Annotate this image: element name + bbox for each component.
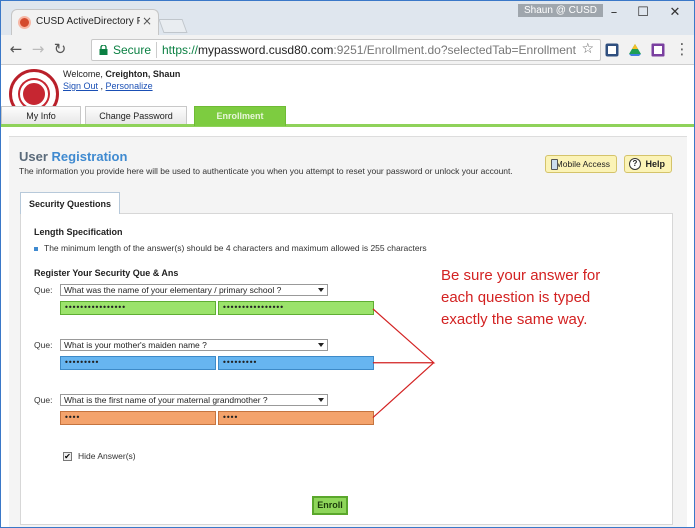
link-separator: , xyxy=(98,81,106,91)
welcome-prefix: Welcome, xyxy=(63,69,106,79)
help-question-icon: ? xyxy=(629,158,641,170)
profile-badge[interactable]: Shaun @ CUSD xyxy=(518,4,603,17)
main-nav-tabs: My Info Change Password Enrollment xyxy=(1,106,694,127)
reload-icon[interactable]: ↻ xyxy=(51,40,69,58)
help-button[interactable]: ? Help xyxy=(624,155,672,173)
title-part-user: User xyxy=(19,149,48,164)
tab-security-questions[interactable]: Security Questions xyxy=(20,192,120,214)
maximize-icon[interactable]: ☐ xyxy=(633,5,653,20)
forward-icon[interactable]: → xyxy=(29,40,47,58)
question-label: Que: xyxy=(34,285,53,295)
register-heading: Register Your Security Que & Ans xyxy=(34,268,179,278)
user-name: Creighton, Shaun xyxy=(105,69,181,79)
url-text: https://mypassword.cusd80.com:9251/Enrol… xyxy=(162,43,576,57)
confirm-answer-2-field[interactable]: ••••••••• xyxy=(218,356,374,370)
tab-enrollment[interactable]: Enrollment xyxy=(194,106,286,126)
tab-change-password[interactable]: Change Password xyxy=(85,106,187,124)
page-description: The information you provide here will be… xyxy=(19,166,513,176)
cusd-favicon-icon xyxy=(18,16,31,29)
mobile-access-label: Mobile Access xyxy=(555,159,610,169)
back-icon[interactable]: ← xyxy=(7,40,25,58)
lock-icon xyxy=(99,45,108,55)
logo-center xyxy=(20,80,48,108)
url-scheme: https:// xyxy=(162,43,199,57)
tab-title: CUSD ActiveDirectory Pa xyxy=(36,16,140,27)
security-questions-panel: Length Specification The minimum length … xyxy=(20,213,673,525)
dropdown-arrow-icon xyxy=(318,288,324,292)
question-1-text: What was the name of your elementary / p… xyxy=(64,285,282,295)
extension-icon[interactable] xyxy=(605,43,619,57)
dropdown-arrow-icon xyxy=(318,343,324,347)
secure-label: Secure xyxy=(113,43,152,57)
tab-close-icon[interactable]: × xyxy=(142,14,152,28)
header-links: Sign Out , Personalize xyxy=(63,81,153,91)
bookmark-star-icon[interactable]: ☆ xyxy=(581,41,594,57)
sign-out-link[interactable]: Sign Out xyxy=(63,81,98,91)
google-drive-icon[interactable] xyxy=(628,43,642,57)
title-part-registration: Registration xyxy=(51,149,128,164)
browser-tab[interactable]: CUSD ActiveDirectory Pa × xyxy=(11,9,159,35)
new-tab-button[interactable] xyxy=(158,19,188,33)
menu-icon[interactable]: ⋮ xyxy=(673,40,691,58)
hide-answers-checkbox[interactable]: ✔ xyxy=(63,452,72,461)
confirm-answer-1-field[interactable]: •••••••••••••••• xyxy=(218,301,374,315)
question-2-text: What is your mother's maiden name ? xyxy=(64,340,207,350)
annotation-line-1: Be sure your answer for xyxy=(441,267,601,284)
answer-2-field[interactable]: ••••••••• xyxy=(60,356,216,370)
enroll-button[interactable]: Enroll xyxy=(312,496,348,515)
welcome-text: Welcome, Creighton, Shaun xyxy=(63,69,180,79)
length-spec-rule: The minimum length of the answer(s) shou… xyxy=(34,243,427,253)
length-spec-text: The minimum length of the answer(s) shou… xyxy=(44,243,427,253)
personalize-link[interactable]: Personalize xyxy=(106,81,153,91)
url-separator xyxy=(156,42,157,58)
question-3-select[interactable]: What is the first name of your maternal … xyxy=(60,394,328,406)
address-bar[interactable]: Secure https://mypassword.cusd80.com:925… xyxy=(91,39,601,61)
dropdown-arrow-icon xyxy=(318,398,324,402)
tab-my-info[interactable]: My Info xyxy=(1,106,81,124)
annotation-line-2: each question is typed xyxy=(441,289,591,306)
url-path: :9251/Enrollment.do?selectedTab=Enrollme… xyxy=(333,43,576,57)
length-spec-heading: Length Specification xyxy=(34,227,123,237)
question-3-text: What is the first name of your maternal … xyxy=(64,395,268,405)
browser-window: CUSD ActiveDirectory Pa × Shaun @ CUSD –… xyxy=(0,0,695,528)
url-host: mypassword.cusd80.com xyxy=(198,43,334,57)
bullet-icon xyxy=(34,246,38,251)
mobile-access-button[interactable]: Mobile Access xyxy=(545,155,617,173)
minimize-icon[interactable]: – xyxy=(604,5,624,20)
browser-toolbar: ← → ↻ Secure https://mypassword.cusd80.c… xyxy=(1,35,694,65)
tab-strip: CUSD ActiveDirectory Pa × Shaun @ CUSD –… xyxy=(1,1,694,35)
hide-answers-label: Hide Answer(s) xyxy=(78,451,136,461)
registration-section: User Registration The information you pr… xyxy=(9,136,687,527)
help-label: Help xyxy=(645,159,665,169)
mobile-phone-icon xyxy=(551,159,558,170)
page-title: User Registration xyxy=(19,149,127,164)
question-2-select[interactable]: What is your mother's maiden name ? xyxy=(60,339,328,351)
question-label: Que: xyxy=(34,395,53,405)
question-label: Que: xyxy=(34,340,53,350)
answer-1-field[interactable]: •••••••••••••••• xyxy=(60,301,216,315)
close-window-icon[interactable]: ✕ xyxy=(665,5,685,20)
confirm-answer-3-field[interactable]: •••• xyxy=(218,411,374,425)
annotation-line-3: exactly the same way. xyxy=(441,311,588,328)
annotation-note: Be sure your answer for each question is… xyxy=(441,265,631,331)
answer-3-field[interactable]: •••• xyxy=(60,411,216,425)
question-1-select[interactable]: What was the name of your elementary / p… xyxy=(60,284,328,296)
onenote-icon[interactable] xyxy=(651,43,665,57)
